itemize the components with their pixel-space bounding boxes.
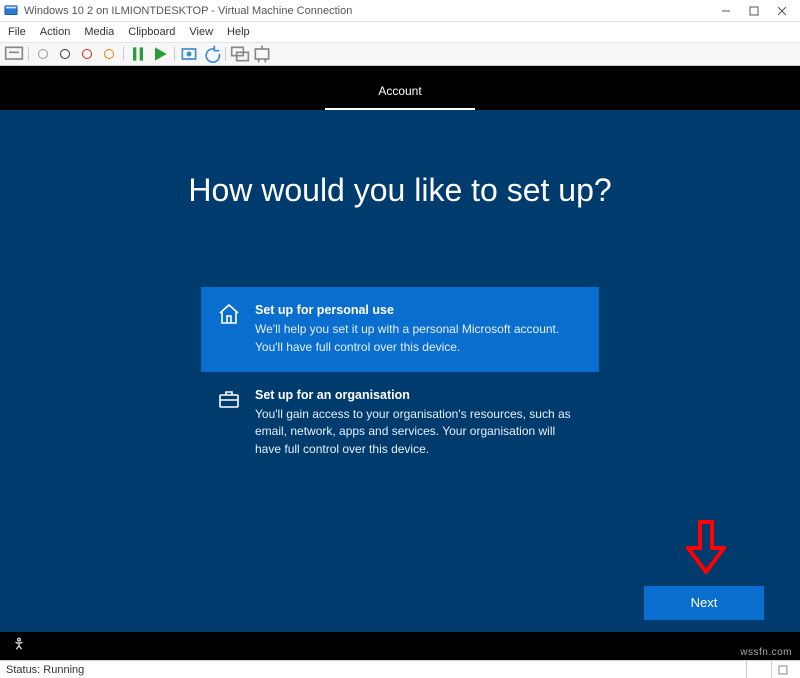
setup-options: Set up for personal use We'll help you s… bbox=[201, 287, 599, 474]
start-button[interactable] bbox=[33, 45, 53, 63]
window-title: Windows 10 2 on ILMIONTDESKTOP - Virtual… bbox=[24, 5, 352, 17]
status-cell bbox=[771, 661, 794, 678]
toolbar-separator bbox=[174, 47, 175, 61]
oobe-bottombar bbox=[0, 632, 800, 660]
vm-display: Account How would you like to set up? Se… bbox=[0, 66, 800, 660]
shutdown-button[interactable] bbox=[77, 45, 97, 63]
menu-file[interactable]: File bbox=[8, 26, 26, 38]
page-heading: How would you like to set up? bbox=[0, 172, 800, 209]
pause-button[interactable] bbox=[128, 45, 148, 63]
accessibility-icon[interactable] bbox=[12, 637, 26, 656]
option-desc: You'll gain access to your organisation'… bbox=[255, 406, 583, 458]
option-desc: We'll help you set it up with a personal… bbox=[255, 321, 583, 356]
statusbar: Status: Running bbox=[0, 660, 800, 678]
tab-account[interactable]: Account bbox=[325, 72, 475, 110]
toolbar bbox=[0, 42, 800, 66]
briefcase-icon bbox=[217, 387, 241, 411]
snapshot-button[interactable] bbox=[179, 45, 199, 63]
minimize-button[interactable] bbox=[712, 1, 740, 21]
option-title: Set up for an organisation bbox=[255, 386, 583, 404]
menu-view[interactable]: View bbox=[189, 26, 213, 38]
toolbar-separator bbox=[28, 47, 29, 61]
ctrl-alt-del-button[interactable] bbox=[4, 45, 24, 63]
status-cell bbox=[746, 661, 771, 678]
watermark: wssfn.com bbox=[740, 647, 792, 658]
option-personal[interactable]: Set up for personal use We'll help you s… bbox=[201, 287, 599, 372]
option-organisation[interactable]: Set up for an organisation You'll gain a… bbox=[201, 372, 599, 474]
menubar: File Action Media Clipboard View Help bbox=[0, 22, 800, 42]
enhanced-session-button[interactable] bbox=[230, 45, 250, 63]
menu-clipboard[interactable]: Clipboard bbox=[128, 26, 175, 38]
reset-button[interactable] bbox=[99, 45, 119, 63]
status-label: Status: Running bbox=[6, 664, 84, 676]
play-button[interactable] bbox=[150, 45, 170, 63]
menu-media[interactable]: Media bbox=[84, 26, 114, 38]
close-button[interactable] bbox=[768, 1, 796, 21]
maximize-button[interactable] bbox=[740, 1, 768, 21]
menu-action[interactable]: Action bbox=[40, 26, 71, 38]
next-button[interactable]: Next bbox=[644, 586, 764, 620]
share-button[interactable] bbox=[252, 45, 272, 63]
revert-button[interactable] bbox=[201, 45, 221, 63]
menu-help[interactable]: Help bbox=[227, 26, 250, 38]
app-icon bbox=[4, 4, 18, 18]
option-title: Set up for personal use bbox=[255, 301, 583, 319]
annotation-arrow-icon bbox=[686, 520, 726, 574]
oobe-topbar: Account bbox=[0, 66, 800, 110]
toolbar-separator bbox=[225, 47, 226, 61]
toolbar-separator bbox=[123, 47, 124, 61]
home-icon bbox=[217, 302, 241, 326]
turnoff-button[interactable] bbox=[55, 45, 75, 63]
titlebar: Windows 10 2 on ILMIONTDESKTOP - Virtual… bbox=[0, 0, 800, 22]
